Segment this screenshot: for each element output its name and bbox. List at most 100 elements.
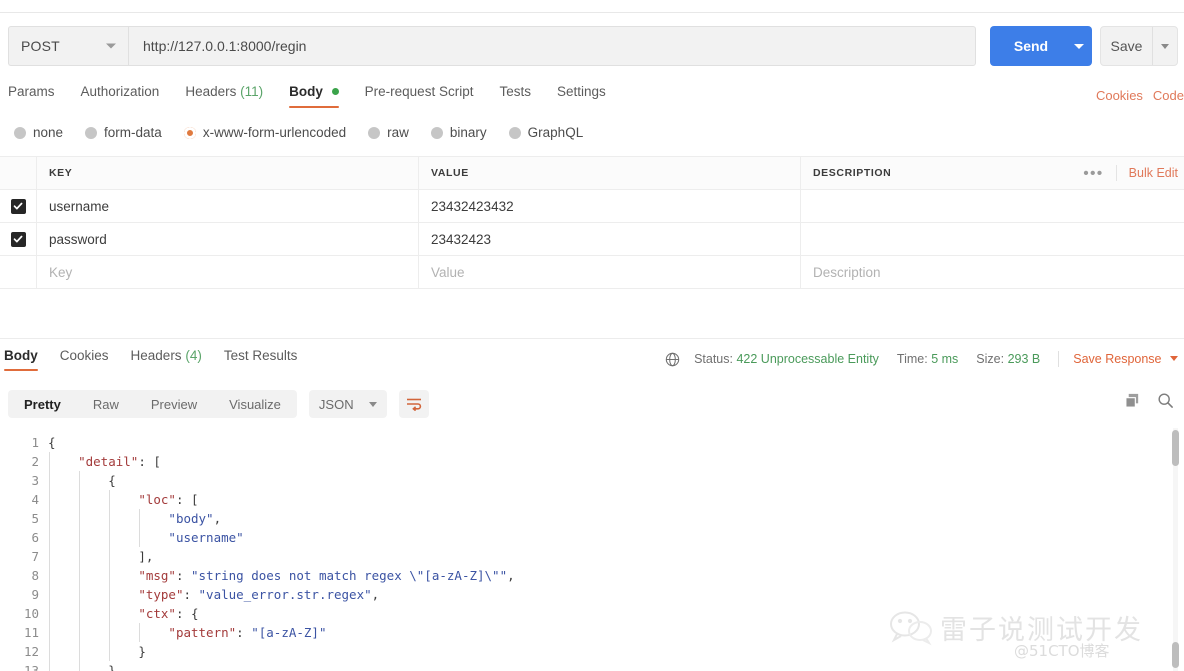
json-punct: : [175, 568, 192, 583]
row-checkbox-cell [0, 190, 37, 222]
bulk-edit-link[interactable]: Bulk Edit [1129, 166, 1178, 180]
row-value-cell[interactable]: Value [419, 256, 801, 288]
body-type-label: binary [449, 125, 487, 140]
line-number: 11 [23, 625, 39, 640]
tab-label: Test Results [223, 348, 298, 363]
row-description-cell[interactable] [801, 223, 1184, 255]
response-view-toolbar: Pretty Raw Preview Visualize JSON [8, 390, 429, 418]
body-type-raw[interactable]: raw [368, 125, 409, 140]
response-tab-body[interactable]: Body [4, 348, 38, 371]
send-options-button[interactable] [1066, 26, 1092, 66]
wrap-text-icon [406, 398, 422, 411]
json-code-area[interactable]: { "detail": [ { "loc": [ "body", "userna… [48, 428, 1160, 671]
json-string: "string does not match regex \"[a-zA-Z]\… [191, 568, 508, 583]
globe-icon[interactable] [665, 352, 680, 367]
json-key: "ctx" [138, 606, 176, 621]
response-body-json-viewer[interactable]: 1 2 3 4 5 6 7 8 9 10 11 12 13 { "detail": [ { "loc":… [0, 428, 1184, 671]
tab-authorization[interactable]: Authorization [81, 84, 160, 108]
tab-count: (11) [240, 84, 264, 99]
json-string: "[a-zA-Z]" [251, 625, 327, 640]
tab-label: Settings [556, 84, 606, 99]
json-line: "msg": "string does not match regex \"[a… [48, 566, 1160, 585]
cookies-link[interactable]: Cookies [1096, 88, 1143, 103]
view-mode-preview[interactable]: Preview [135, 390, 213, 418]
view-mode-raw[interactable]: Raw [77, 390, 135, 418]
row-checkbox-checked[interactable] [10, 231, 26, 247]
response-tab-bar: Body Cookies Headers (4) Test Results [4, 348, 319, 371]
radio-selected-icon [183, 126, 196, 139]
send-button[interactable]: Send [990, 26, 1066, 66]
line-number: 1 [31, 435, 39, 450]
body-type-x-www-form-urlencoded[interactable]: x-www-form-urlencoded [183, 125, 346, 140]
word-wrap-toggle[interactable] [398, 390, 429, 418]
tab-label: Tests [499, 84, 531, 99]
json-line: ], [48, 547, 1160, 566]
row-key-cell[interactable]: password [37, 223, 419, 255]
tab-tests[interactable]: Tests [499, 84, 531, 108]
chevron-down-icon [1170, 356, 1178, 361]
response-tab-headers[interactable]: Headers (4) [131, 348, 202, 371]
save-response-button[interactable]: Save Response [1073, 352, 1178, 366]
tab-settings[interactable]: Settings [557, 84, 606, 108]
row-checkbox-checked[interactable] [10, 198, 26, 214]
line-number: 2 [31, 454, 39, 469]
header-description: DESCRIPTION [813, 167, 892, 179]
url-input[interactable]: http://127.0.0.1:8000/regin [128, 26, 976, 66]
code-link[interactable]: Code [1153, 88, 1184, 103]
body-type-binary[interactable]: binary [430, 125, 487, 140]
http-method-selector[interactable]: POST [8, 26, 128, 66]
json-punct: : [236, 625, 252, 640]
tab-params[interactable]: Params [8, 84, 55, 108]
row-value-cell[interactable]: 23432423 [419, 223, 801, 255]
radio-icon [14, 126, 26, 139]
json-line: } [48, 661, 1160, 671]
copy-icon[interactable] [1124, 392, 1141, 409]
body-type-form-data[interactable]: form-data [85, 125, 162, 140]
response-tab-test-results[interactable]: Test Results [224, 348, 298, 371]
scrollbar-thumb-secondary[interactable] [1172, 642, 1179, 668]
table-row[interactable]: username 23432423432 [0, 190, 1184, 223]
table-row[interactable]: password 23432423 [0, 223, 1184, 256]
response-format-selector[interactable]: JSON [308, 390, 387, 418]
json-punct: } [138, 644, 146, 659]
header-key: KEY [37, 157, 419, 189]
response-body-actions [1124, 392, 1174, 409]
header-description-cell: DESCRIPTION ••• Bulk Edit [801, 157, 1184, 189]
body-type-none[interactable]: none [14, 125, 63, 140]
line-number: 9 [31, 587, 39, 602]
divider [1115, 165, 1117, 181]
response-format-label: JSON [318, 396, 354, 412]
view-mode-pretty[interactable]: Pretty [8, 390, 77, 418]
row-value-cell[interactable]: 23432423432 [419, 190, 801, 222]
line-number: 13 [23, 663, 39, 671]
body-type-graphql[interactable]: GraphQL [508, 125, 583, 140]
json-punct: , [371, 587, 380, 602]
pane-divider[interactable] [0, 338, 1184, 339]
view-mode-visualize[interactable]: Visualize [213, 390, 297, 418]
search-icon[interactable] [1157, 392, 1174, 409]
body-type-label: form-data [104, 125, 162, 140]
json-punct: } [108, 663, 116, 671]
more-options-icon[interactable]: ••• [1083, 166, 1103, 181]
tab-pre-request-script[interactable]: Pre-request Script [365, 84, 474, 108]
time-item: Time: 5 ms [897, 352, 958, 366]
tab-label: Headers [185, 84, 237, 99]
tab-headers[interactable]: Headers (11) [185, 84, 263, 108]
row-description-cell[interactable] [801, 190, 1184, 222]
table-row-empty[interactable]: Key Value Description [0, 256, 1184, 289]
save-button[interactable]: Save [1101, 27, 1152, 65]
line-number: 8 [31, 568, 39, 583]
save-options-button[interactable] [1153, 27, 1177, 65]
response-tab-cookies[interactable]: Cookies [60, 348, 109, 371]
scrollbar-thumb[interactable] [1172, 430, 1179, 466]
json-key: "type" [138, 587, 184, 602]
response-view-mode-group: Pretty Raw Preview Visualize [8, 390, 297, 418]
row-key-cell[interactable]: username [37, 190, 419, 222]
json-punct: : [ [138, 454, 161, 469]
row-description-cell[interactable]: Description [801, 256, 1184, 288]
request-url-bar: POST http://127.0.0.1:8000/regin Send Sa… [8, 26, 1184, 66]
row-key-cell[interactable]: Key [37, 256, 419, 288]
json-punct: , [507, 568, 515, 583]
tab-body[interactable]: Body [289, 84, 339, 108]
postman-window: POST http://127.0.0.1:8000/regin Send Sa… [0, 0, 1184, 671]
